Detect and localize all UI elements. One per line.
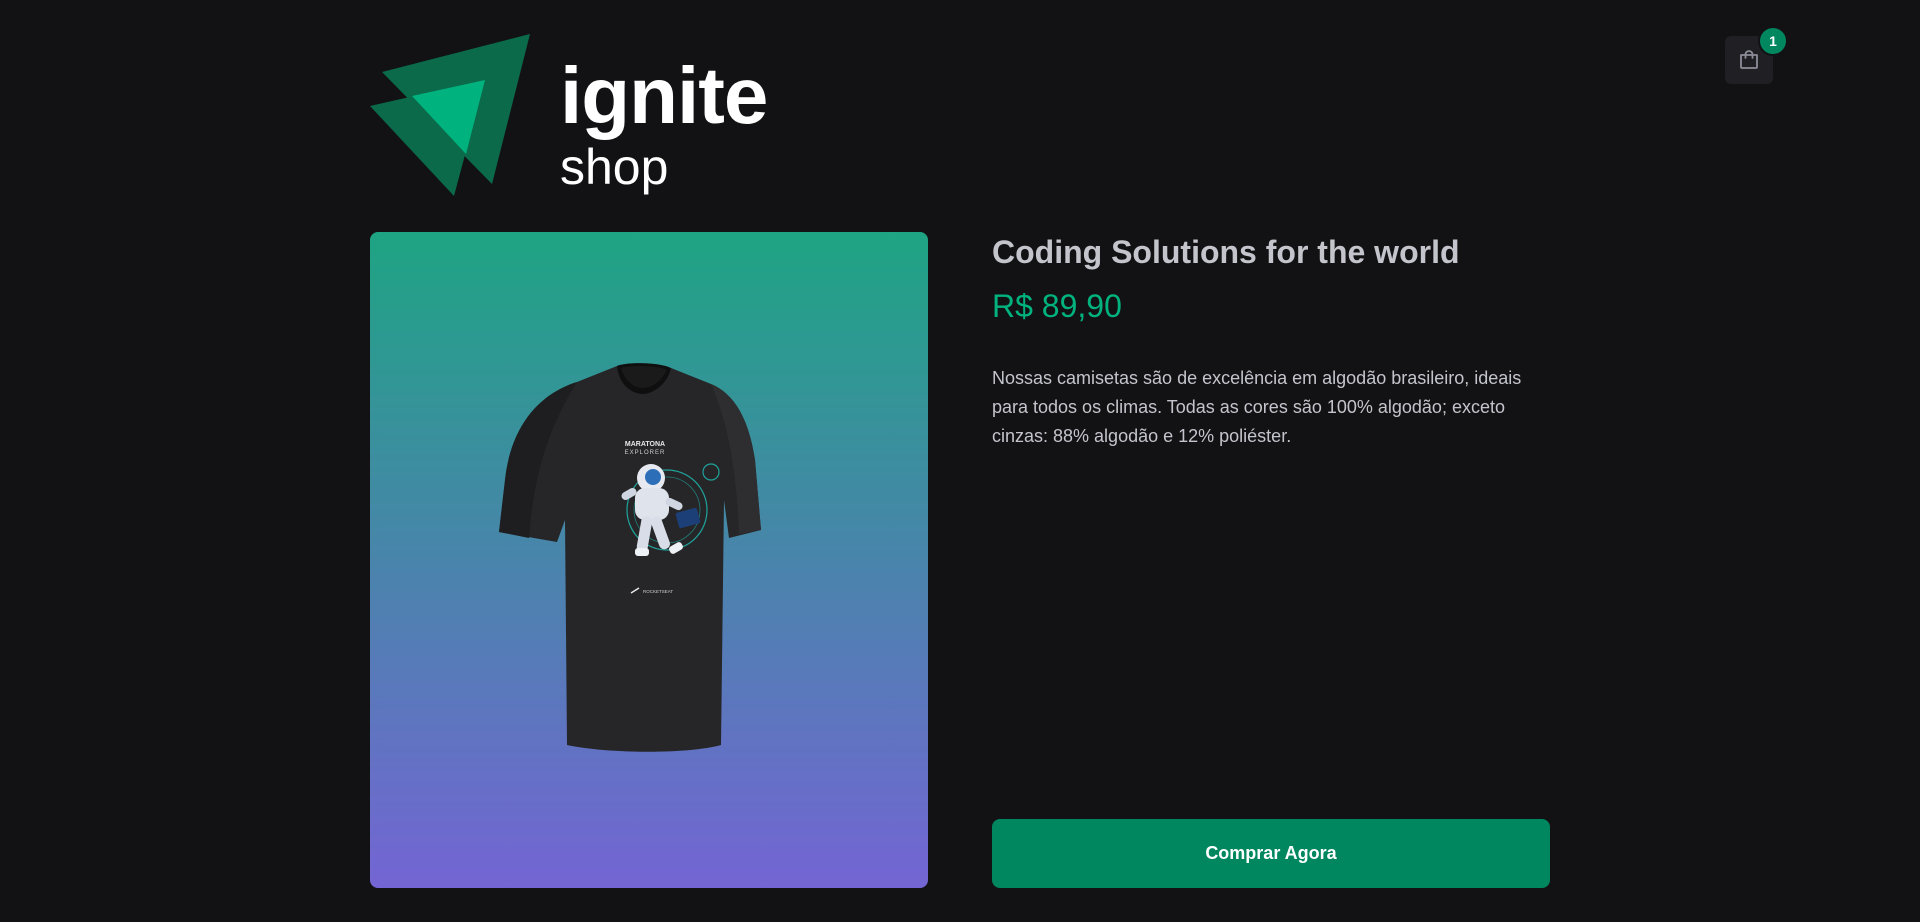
tshirt-illustration: MARATONA EXPLORER ROCKETSEAT: [499, 363, 761, 752]
ignite-shop-logo[interactable]: ignite shop: [370, 34, 780, 196]
product-description: Nossas camisetas são de excelência em al…: [992, 368, 1522, 446]
logo-word-ignite: ignite: [560, 51, 768, 140]
shirt-print-brand: ROCKETSEAT: [643, 589, 673, 594]
product-title: Coding Solutions for the world: [992, 234, 1460, 270]
product-details: Coding Solutions for the world R$ 89,90 …: [992, 232, 1550, 888]
shirt-print-title: MARATONA: [625, 441, 665, 448]
product-image: MARATONA EXPLORER ROCKETSEAT: [370, 232, 928, 888]
shirt-print-subtitle: EXPLORER: [625, 450, 666, 456]
product-price: R$ 89,90: [992, 288, 1122, 324]
handbag-icon: [1740, 50, 1758, 69]
triangle-logo-icon: [370, 34, 530, 196]
buy-now-button[interactable]: Comprar Agora: [992, 819, 1550, 888]
cart-count-badge: 1: [1758, 26, 1788, 56]
product-page: ignite shop 1 MARATONA EXPLORER ROCKETSE…: [0, 0, 1920, 922]
logo-word-shop: shop: [560, 139, 669, 195]
